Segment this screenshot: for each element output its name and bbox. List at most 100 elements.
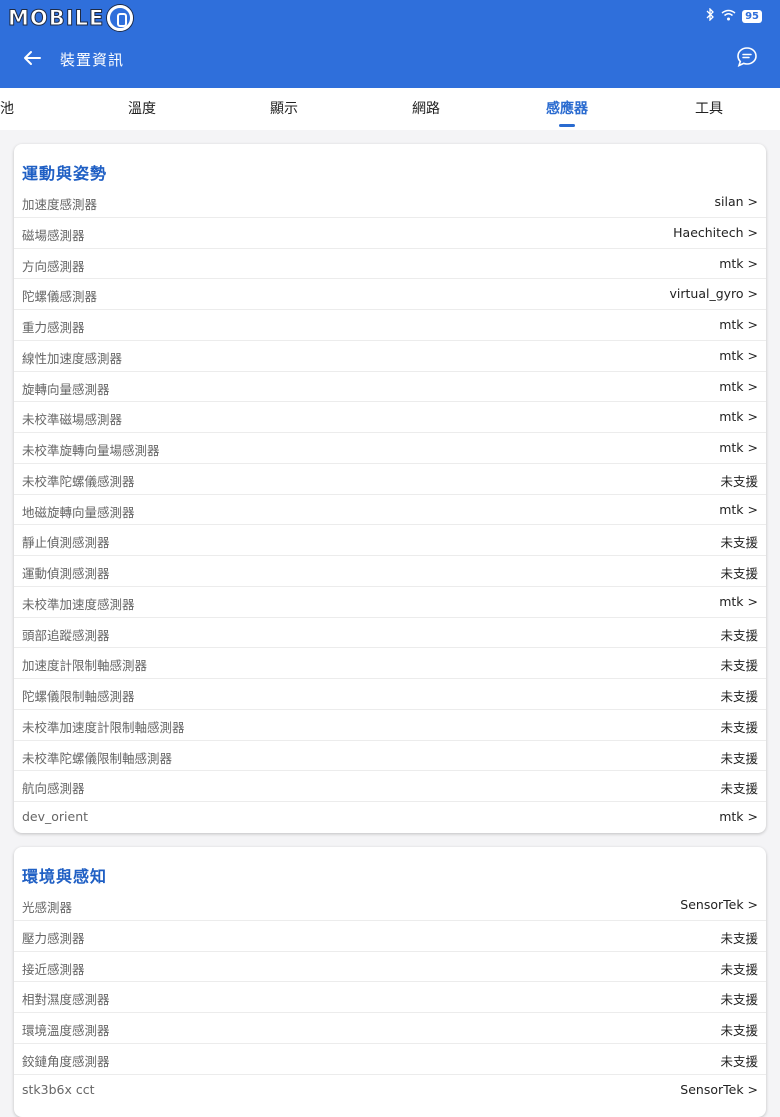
sensor-value: mtk > [719,501,758,517]
sensor-row[interactable]: 磁場感測器 Haechitech > [14,218,766,249]
sensor-value: 未支援 [720,961,758,977]
sensor-row: 壓力感測器 未支援 [14,921,766,952]
status-icons: 95 [705,7,762,24]
sensor-value: mtk > [719,378,758,394]
sensor-row[interactable]: 加速度感測器 silan > [14,187,766,218]
sensor-label: 光感測器 [22,900,73,915]
sensor-label: 磁場感測器 [22,227,85,243]
tab-tools[interactable]: 工具 [679,88,739,130]
sensor-label: 未校準旋轉向量場感測器 [22,443,160,458]
sensor-value: mtk > [719,440,758,455]
sensor-value: 未支援 [720,658,758,674]
sensor-label: 加速度感測器 [22,197,98,212]
sensor-row[interactable]: 重力感測器 mtk > [14,310,766,341]
sensor-row[interactable]: 旋轉向量感測器 mtk > [14,372,766,403]
sensor-value: mtk > [719,317,758,332]
sensor-row[interactable]: 光感測器 SensorTek > [14,890,766,921]
sensor-row[interactable]: dev_orient mtk > [14,802,766,833]
sensor-label: 航向感測器 [22,781,85,797]
sensor-row: 相對濕度感測器 未支援 [14,982,766,1013]
sensor-value: silan > [714,194,759,209]
sensor-row[interactable]: 未校準磁場感測器 mtk > [14,402,766,433]
sensor-row[interactable]: 地磁旋轉向量感測器 mtk > [14,495,766,526]
tab-battery[interactable]: 池 [0,88,14,130]
sensor-row[interactable]: 陀螺儀感測器 virtual_gyro > [14,279,766,310]
sensor-label: 運動偵測感測器 [22,566,110,581]
active-tab-indicator [559,124,575,127]
sensor-value: mtk > [719,347,758,363]
bluetooth-icon [705,7,715,24]
sensor-label: 方向感測器 [22,258,85,274]
sensor-value: mtk > [719,809,758,824]
sensor-label: 靜止偵測感測器 [22,535,110,551]
tab-temperature[interactable]: 溫度 [112,88,172,130]
sensor-label: 加速度計限制軸感測器 [22,658,148,674]
sensor-value: Haechitech > [673,224,758,240]
sensor-label: 陀螺儀限制軸感測器 [22,689,135,704]
sensor-label: 未校準加速度感測器 [22,596,135,612]
sensor-value: 未支援 [720,1023,758,1038]
sensor-row: 未校準陀螺儀感測器 未支援 [14,464,766,495]
sensor-value: 未支援 [720,1053,758,1069]
sensor-row[interactable]: 線性加速度感測器 mtk > [14,341,766,372]
sensor-label: 壓力感測器 [22,930,85,946]
arrow-left-icon [24,51,41,65]
sensor-row[interactable]: 未校準加速度感測器 mtk > [14,587,766,618]
sensor-value: SensorTek > [680,1081,758,1097]
sensor-value: mtk > [719,409,758,425]
sensor-label: 頭部追蹤感測器 [22,627,110,643]
sensor-value: SensorTek > [680,897,758,912]
sensor-value: 未支援 [720,566,758,581]
sensor-row: 頭部追蹤感測器 未支援 [14,618,766,649]
sensor-label: 地磁旋轉向量感測器 [22,504,135,520]
sensor-label: 環境溫度感測器 [22,1023,110,1038]
sensor-label: 接近感測器 [22,961,85,977]
sensor-row: 運動偵測感測器 未支援 [14,556,766,587]
sensor-row: 鉸鏈角度感測器 未支援 [14,1044,766,1075]
sensor-value: mtk > [719,593,758,609]
sensor-label: 未校準陀螺儀限制軸感測器 [22,750,173,766]
sensor-label: 旋轉向量感測器 [22,381,110,397]
wifi-icon [721,9,736,24]
sensor-value: 未支援 [720,992,758,1008]
chat-bubble-icon [737,47,757,67]
sensor-label: 相對濕度感測器 [22,992,110,1008]
section-card-motion: 運動與姿勢 加速度感測器 silan > 磁場感測器 Haechitech > 方向感測… [14,144,766,833]
tab-display[interactable]: 顯示 [254,88,314,130]
watermark-logo-icon [107,5,134,31]
sensor-label: stk3b6x cct [22,1081,95,1097]
sensor-row: 接近感測器 未支援 [14,952,766,983]
sensor-label: 重力感測器 [22,320,85,335]
feedback-button[interactable] [736,46,760,70]
sensor-label: 鉸鏈角度感測器 [22,1053,110,1069]
sensor-value: 未支援 [720,750,758,766]
tab-bar: 池 溫度 顯示 網路 感應器 工具 [0,88,780,130]
sensor-label: 陀螺儀感測器 [22,289,98,305]
tab-network[interactable]: 網路 [396,88,456,130]
sensor-row: 航向感測器 未支援 [14,771,766,802]
page-title: 裝置資訊 [60,51,125,69]
sensor-value: 未支援 [720,473,758,489]
watermark-text: MOBILE [7,6,105,31]
sensor-label: 未校準磁場感測器 [22,412,123,428]
sensor-value: mtk > [719,255,758,271]
section-card-environment: 環境與感知 光感測器 SensorTek > 壓力感測器 未支援 接近感測器 未支援 相對濕… [14,847,766,1117]
sensor-row[interactable]: 方向感測器 mtk > [14,249,766,280]
sensor-row: 環境溫度感測器 未支援 [14,1013,766,1044]
sensor-label: dev_orient [22,809,89,824]
sensor-label: 未校準加速度計限制軸感測器 [22,719,185,735]
sensor-value: 未支援 [720,535,758,551]
sensor-value: 未支援 [720,627,758,643]
section-title: 環境與感知 [22,867,108,886]
sensor-value: 未支援 [720,689,758,704]
sensor-row[interactable]: 未校準旋轉向量場感測器 mtk > [14,433,766,464]
app-bar: MOBILE 95 裝置資訊 [0,0,780,88]
sensor-row[interactable]: stk3b6x cct SensorTek > [14,1075,766,1106]
sensor-value: 未支援 [720,930,758,946]
sensor-label: 線性加速度感測器 [22,350,123,366]
mobile01-watermark: MOBILE [7,4,134,32]
sensor-row: 未校準陀螺儀限制軸感測器 未支援 [14,741,766,772]
sensor-row: 陀螺儀限制軸感測器 未支援 [14,679,766,710]
sensor-row: 未校準加速度計限制軸感測器 未支援 [14,710,766,741]
back-button[interactable] [18,44,46,72]
